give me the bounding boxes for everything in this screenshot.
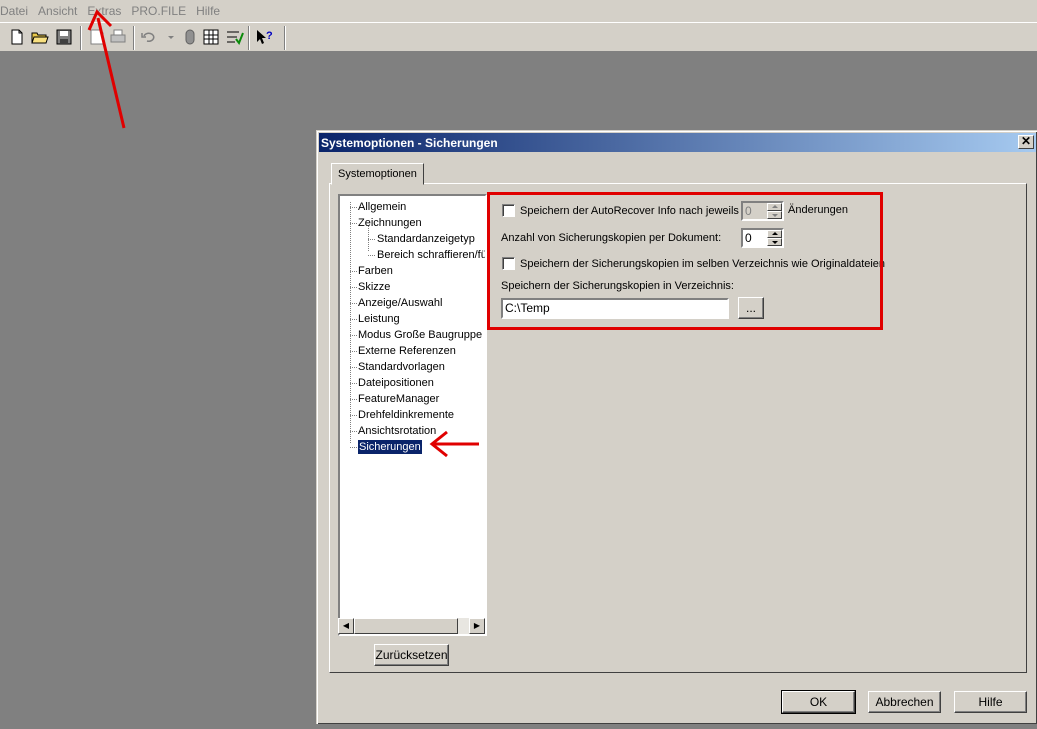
tree-item[interactable]: Bereich schraffieren/füllen: [377, 248, 485, 262]
rebuild-icon[interactable]: [180, 27, 200, 47]
tree-item[interactable]: FeatureManager: [358, 392, 439, 406]
help-button[interactable]: Hilfe: [954, 691, 1027, 713]
same-dir-row: Speichern der Sicherungskopien im selben…: [502, 257, 885, 270]
options-icon[interactable]: [224, 27, 244, 47]
tree-item[interactable]: Sicherungen: [358, 440, 422, 454]
tree-item[interactable]: Allgemein: [358, 200, 406, 214]
options-tree[interactable]: Allgemein Zeichnungen Standardanzeigetyp Be…: [338, 194, 487, 636]
tree-item[interactable]: Zeichnungen: [358, 216, 422, 230]
tree-item[interactable]: Modus Große Baugruppe: [358, 328, 482, 342]
open-folder-icon[interactable]: [30, 27, 50, 47]
autorecover-spinner[interactable]: 0: [741, 201, 784, 221]
grid-icon[interactable]: [201, 27, 221, 47]
tree-item[interactable]: Dateipositionen: [358, 376, 434, 390]
same-dir-label: Speichern der Sicherungskopien im selben…: [520, 257, 886, 270]
tree-horizontal-scrollbar[interactable]: ◀ ▶: [338, 618, 485, 634]
dir-label: Speichern der Sicherungskopien in Verzei…: [501, 280, 734, 292]
save-icon[interactable]: [54, 27, 74, 47]
same-dir-checkbox[interactable]: [502, 257, 515, 270]
browse-button[interactable]: ...: [738, 297, 764, 319]
autorecover-row: Speichern der AutoRecover Info nach jewe…: [502, 204, 739, 217]
menu-extras[interactable]: Extras: [82, 0, 126, 22]
backup-count-spinner[interactable]: 0: [741, 228, 784, 248]
autorecover-checkbox[interactable]: [502, 204, 515, 217]
tree-item[interactable]: Externe Referenzen: [358, 344, 456, 358]
dropdown-arrow-icon[interactable]: [161, 27, 174, 47]
dialog-titlebar[interactable]: Systemoptionen - Sicherungen ✕: [319, 133, 1036, 152]
backup-directory-input[interactable]: C:\Temp: [501, 298, 729, 319]
tree-item[interactable]: Standardvorlagen: [358, 360, 445, 374]
menu-profile[interactable]: PRO.FILE: [126, 0, 191, 22]
autorecover-value: 0: [745, 204, 752, 218]
spin-up-icon[interactable]: [767, 230, 782, 238]
toolbar: ?: [0, 22, 1037, 52]
autorecover-suffix: Änderungen: [788, 204, 848, 216]
ok-button[interactable]: OK: [781, 690, 856, 714]
tree-item[interactable]: Leistung: [358, 312, 400, 326]
spin-down-icon[interactable]: [767, 238, 782, 246]
tree-item[interactable]: Standardanzeigetyp: [377, 232, 475, 246]
tree-item[interactable]: Ansichtsrotation: [358, 424, 436, 438]
print-preview-icon[interactable]: [87, 27, 107, 47]
reset-button[interactable]: Zurücksetzen: [374, 644, 449, 666]
tab-systemoptionen[interactable]: Systemoptionen: [331, 163, 424, 185]
backup-count-value: 0: [745, 231, 752, 245]
svg-text:?: ?: [266, 30, 273, 42]
help-icon[interactable]: ?: [254, 27, 274, 47]
tree-item[interactable]: Drehfeldinkremente: [358, 408, 454, 422]
close-icon: ✕: [1020, 134, 1032, 148]
scroll-thumb[interactable]: [354, 618, 458, 634]
tree-item[interactable]: Skizze: [358, 280, 390, 294]
new-document-icon[interactable]: [7, 27, 27, 47]
spin-down-icon[interactable]: [767, 211, 782, 219]
dialog-title: Systemoptionen - Sicherungen: [321, 135, 498, 150]
spin-up-icon[interactable]: [767, 203, 782, 211]
menu-hilfe[interactable]: Hilfe: [191, 0, 225, 22]
close-button[interactable]: ✕: [1018, 135, 1034, 149]
menu-ansicht[interactable]: Ansicht: [33, 0, 82, 22]
cancel-button[interactable]: Abbrechen: [868, 691, 941, 713]
system-options-dialog: Systemoptionen - Sicherungen ✕ Systemopt…: [316, 130, 1037, 724]
tree-item[interactable]: Farben: [358, 264, 393, 278]
backup-count-label: Anzahl von Sicherungskopien per Dokument…: [501, 232, 722, 244]
scroll-right-icon[interactable]: ▶: [469, 618, 485, 634]
print-icon[interactable]: [108, 27, 128, 47]
scroll-left-icon[interactable]: ◀: [338, 618, 354, 634]
tree-item[interactable]: Anzeige/Auswahl: [358, 296, 442, 310]
autorecover-label: Speichern der AutoRecover Info nach jewe…: [520, 204, 739, 217]
menu-bar: Datei Ansicht Extras PRO.FILE Hilfe: [0, 0, 1037, 22]
menu-datei[interactable]: Datei: [0, 0, 33, 22]
undo-icon[interactable]: [139, 27, 159, 47]
